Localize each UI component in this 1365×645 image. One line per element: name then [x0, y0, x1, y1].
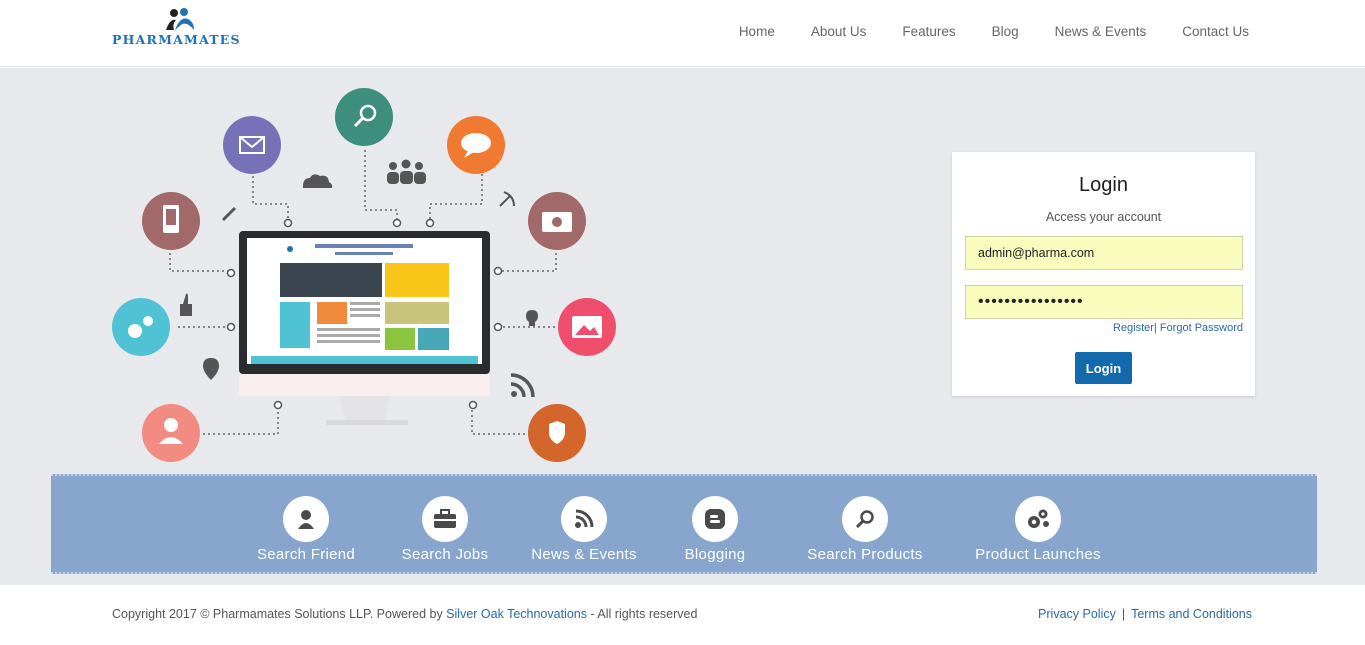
- feature-news-events[interactable]: News & Events: [525, 476, 643, 563]
- feature-product-launches[interactable]: Product Launches: [971, 476, 1105, 563]
- nav-home[interactable]: Home: [739, 24, 775, 39]
- email-field[interactable]: [965, 236, 1243, 270]
- connected-monitor-illustration: [112, 88, 616, 462]
- link-separator: |: [1153, 322, 1157, 334]
- hero-section: Login Access your account Register| Forg…: [0, 68, 1365, 585]
- privacy-policy-link[interactable]: Privacy Policy: [1038, 607, 1116, 621]
- copyright-text: Copyright 2017 © Pharmamates Solutions L…: [112, 607, 697, 621]
- site-header: PHARMAMATES Home About Us Features Blog …: [0, 0, 1365, 67]
- feature-search-products[interactable]: Search Products: [805, 476, 925, 563]
- copyright-prefix: Copyright 2017 © Pharmamates Solutions L…: [112, 607, 447, 621]
- powered-by-link[interactable]: Silver Oak Technovations: [446, 607, 587, 621]
- briefcase-icon: [422, 496, 468, 542]
- footer-links: Privacy Policy | Terms and Conditions: [1038, 607, 1252, 621]
- feature-label: Blogging: [684, 546, 746, 563]
- feature-label: News & Events: [531, 546, 637, 563]
- gears-icon: [1015, 496, 1061, 542]
- login-subtitle: Access your account: [1045, 210, 1162, 224]
- site-footer: Copyright 2017 © Pharmamates Solutions L…: [0, 585, 1365, 645]
- nav-news-events[interactable]: News & Events: [1055, 24, 1147, 39]
- terms-link[interactable]: Terms and Conditions: [1131, 607, 1252, 621]
- rss-icon: [561, 496, 607, 542]
- login-button[interactable]: Login: [1075, 352, 1132, 384]
- nav-contact-us[interactable]: Contact Us: [1182, 24, 1249, 39]
- footer-separator: |: [1121, 607, 1126, 621]
- logo-people-icon: [166, 8, 194, 30]
- feature-search-friend[interactable]: Search Friend: [256, 476, 356, 563]
- register-link[interactable]: Register: [1113, 322, 1154, 334]
- login-card: Login Access your account Register| Forg…: [952, 152, 1255, 396]
- main-nav: Home About Us Features Blog News & Event…: [703, 24, 1249, 39]
- feature-label: Product Launches: [975, 546, 1101, 563]
- password-field[interactable]: [965, 285, 1243, 319]
- feature-label: Search Products: [807, 546, 923, 563]
- features-strip: Search Friend Search Jobs News & Events …: [51, 474, 1317, 574]
- nav-blog[interactable]: Blog: [992, 24, 1019, 39]
- search-icon: [842, 496, 888, 542]
- feature-label: Search Jobs: [401, 546, 489, 563]
- feature-blogging[interactable]: Blogging: [665, 476, 765, 563]
- brand-name: PHARMAMATES: [112, 32, 241, 47]
- brand-logo[interactable]: PHARMAMATES: [112, 8, 262, 48]
- nav-features[interactable]: Features: [902, 24, 955, 39]
- feature-search-jobs[interactable]: Search Jobs: [395, 476, 495, 563]
- forgot-password-link[interactable]: Forgot Password: [1160, 322, 1243, 334]
- copyright-suffix: - All rights reserved: [587, 607, 698, 621]
- login-links: Register| Forgot Password: [1113, 322, 1243, 334]
- feature-label: Search Friend: [256, 546, 356, 563]
- nav-about-us[interactable]: About Us: [811, 24, 867, 39]
- login-title: Login: [1079, 174, 1128, 196]
- person-icon: [283, 496, 329, 542]
- blogger-icon: [692, 496, 738, 542]
